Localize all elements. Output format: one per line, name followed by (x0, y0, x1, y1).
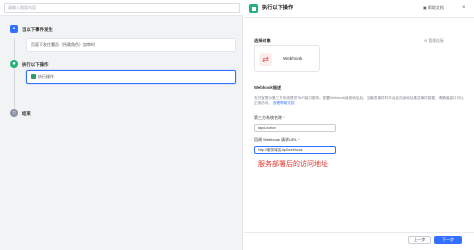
help-icon: ▣ (423, 5, 427, 10)
gear-icon: ⚙ (424, 39, 428, 43)
flow-toolbar: 请输入搜索内容 (0, 0, 243, 16)
panel-header-divider (244, 17, 474, 18)
webhook-url-label: 回调 Webhook 请求URL * (254, 137, 300, 143)
action-item-icon (31, 74, 36, 80)
webhook-icon: ⇄ (259, 53, 272, 66)
search-input[interactable]: 请输入搜索内容 (4, 3, 240, 13)
action-item-label: 执行操作 (38, 74, 54, 79)
action-panel-icon (249, 4, 258, 13)
annotation-text: 服务部署后的访问地址 (258, 161, 328, 168)
action-step-icon: ● (10, 60, 18, 68)
webhook-help-link[interactable]: 查看帮助文档 (273, 101, 295, 105)
flow-canvas: 请输入搜索内容 ▪ 当以下事件发生 页面下发住署员（所属角色）加审时 ● 执行以… (0, 0, 243, 250)
next-step-button[interactable]: 下一步 (434, 236, 462, 244)
system-name-input[interactable]: tapd-notice (254, 124, 336, 132)
action-step-item: 执行操作 (27, 71, 235, 83)
system-name-label-text: 第三方系统名称 (254, 115, 282, 120)
webhook-description: 支付宝提示第三方系统提供TAPI接口服务。配置Webhook接收地址后，当触发事… (254, 96, 466, 106)
end-step-title: 结束 (22, 111, 31, 116)
action-step-title: 执行以下操作 (22, 62, 49, 67)
webhook-url-input[interactable]: http://服务域名/api/webhook (254, 146, 336, 154)
manage-connection-label: 管理连接 (428, 39, 444, 43)
webhook-section-label: Webhook描述 (254, 85, 282, 90)
trigger-step-detail: 页面下发住署员（所属角色）加审时 (31, 42, 95, 47)
connector-section-label: 选择对象 (254, 38, 271, 43)
close-icon[interactable]: × (462, 4, 466, 12)
flow-connector-line (14, 38, 15, 110)
action-step-card[interactable]: 执行操作 (26, 70, 236, 84)
end-step-icon: ○ (10, 109, 18, 117)
panel-title: 执行以下操作 (262, 5, 294, 11)
trigger-step-title: 当以下事件发生 (22, 27, 53, 32)
trigger-step-icon: ▪ (10, 25, 18, 33)
footer-divider (244, 232, 474, 233)
help-doc-label: 帮助文档 (427, 5, 444, 10)
manage-connection-link[interactable]: ⚙ 管理连接 (424, 38, 444, 44)
help-doc-button[interactable]: ▣ 帮助文档 (423, 5, 444, 11)
webhook-connector-name: Webhook (283, 56, 303, 61)
required-mark: * (283, 115, 285, 120)
required-mark: * (298, 137, 300, 142)
webhook-connector-card[interactable]: ⇄ Webhook (254, 45, 320, 72)
prev-step-button[interactable]: 上一步 (408, 236, 431, 244)
trigger-step-card[interactable]: 页面下发住署员（所属角色）加审时 (26, 38, 236, 52)
webhook-url-label-text: 回调 Webhook 请求URL (254, 137, 297, 142)
system-name-label: 第三方系统名称 * (254, 115, 285, 121)
